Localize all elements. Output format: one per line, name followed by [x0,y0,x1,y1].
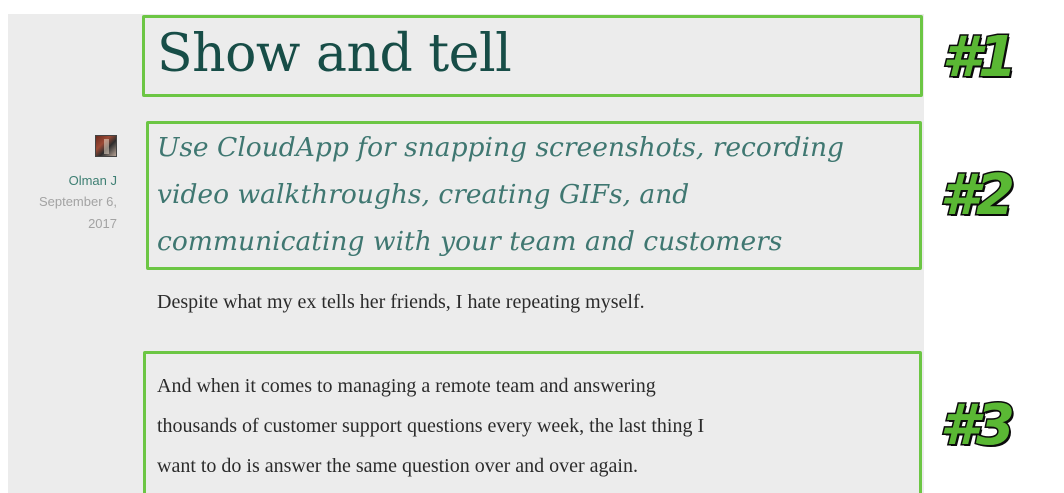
intro-paragraph: Despite what my ex tells her friends, I … [157,291,645,313]
publish-date-line-1: September 6, [38,194,117,209]
highlight-box-title [142,15,923,97]
author-name[interactable]: Olman J [20,171,117,191]
author-avatar[interactable] [95,135,117,157]
annotation-badge-3: #3 [939,393,1017,458]
screenshot-canvas: Olman J September 6, 2017 Show and tell … [0,0,1064,493]
annotation-badge-2: #2 [939,163,1017,228]
author-byline: Olman J September 6, 2017 [20,135,117,235]
publish-date-line-2: 2017 [88,216,117,231]
annotation-badge-1: #1 [941,25,1019,90]
highlight-box-subtitle [146,121,922,270]
highlight-box-body [143,351,922,493]
